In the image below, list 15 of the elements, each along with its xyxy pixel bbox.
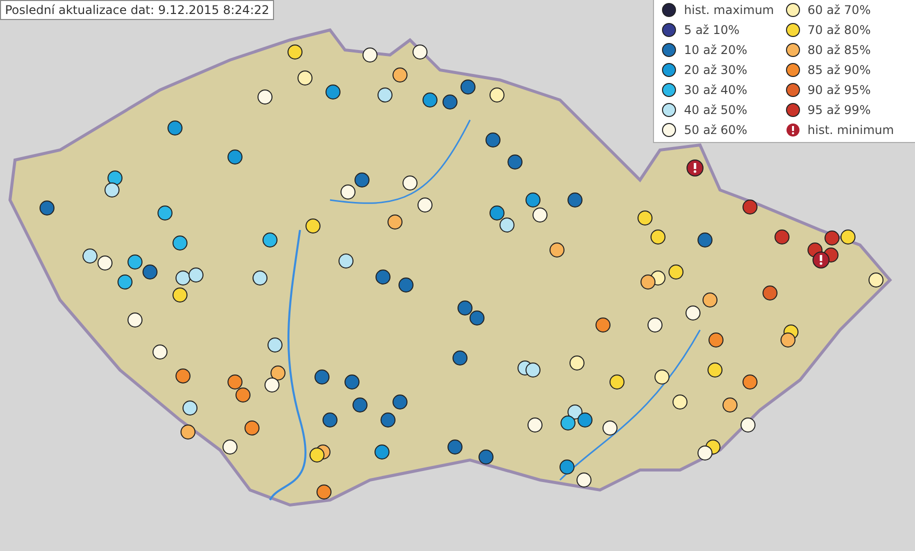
legend-label: 90 až 95% (808, 83, 871, 97)
legend-label: 85 až 90% (808, 63, 871, 77)
update-timestamp: Poslední aktualizace dat: 9.12.2015 8:24:22 (0, 0, 274, 20)
legend-label: 10 až 20% (684, 43, 748, 57)
legend-label: 5 až 10% (684, 23, 740, 37)
legend-label: 50 až 60% (684, 123, 748, 137)
legend-label: 60 až 70% (808, 3, 871, 17)
legend-label: 30 až 40% (684, 83, 748, 97)
legend-label: 20 až 30% (684, 63, 748, 77)
legend-label: hist. maximum (684, 3, 774, 17)
legend-label: 70 až 80% (808, 23, 871, 37)
legend-label: 95 až 99% (808, 103, 871, 117)
legend-label: 40 až 50% (684, 103, 748, 117)
legend-label: hist. minimum (808, 123, 894, 137)
legend-label: 80 až 85% (808, 43, 871, 57)
